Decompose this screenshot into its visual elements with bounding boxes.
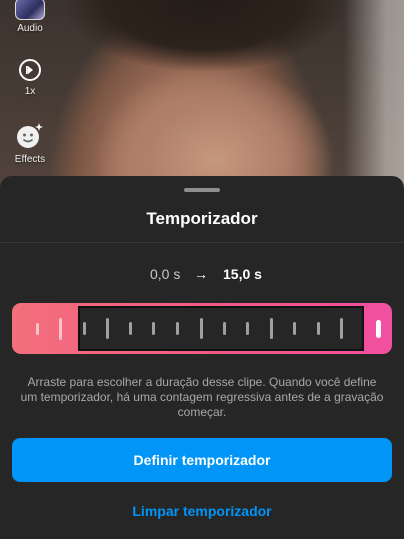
arrow-right-icon: → <box>194 266 208 282</box>
timeline-end-handle[interactable] <box>376 320 381 338</box>
end-time: 15,0 s <box>223 266 262 282</box>
timeline-tick <box>106 318 109 339</box>
speed-tool[interactable]: 1x <box>0 58 60 97</box>
camera-preview-highlight <box>344 0 404 200</box>
timeline-tick <box>152 322 155 335</box>
clear-timer-button[interactable]: Limpar temporizador <box>0 503 404 519</box>
timeline-tick <box>270 318 273 339</box>
timeline-tick <box>340 318 343 339</box>
audio-thumbnail-icon <box>15 0 45 20</box>
effects-tool[interactable]: Effects <box>0 122 60 165</box>
speed-label: 1x <box>24 86 36 97</box>
timer-bottom-sheet: Temporizador 0,0 s → 15,0 s Arraste para… <box>0 176 404 539</box>
timeline-tick <box>317 322 320 335</box>
start-time: 0,0 s <box>150 266 181 282</box>
timer-description: Arraste para escolher a duração desse cl… <box>20 375 384 419</box>
timeline-tick <box>200 318 203 339</box>
audio-tool[interactable]: Audio <box>0 0 60 34</box>
timer-timeline-slider[interactable] <box>12 303 392 354</box>
sheet-title: Temporizador <box>146 209 258 228</box>
time-range: 0,0 s → 15,0 s <box>0 266 404 286</box>
audio-label: Audio <box>17 23 43 34</box>
timeline-tick <box>176 322 179 335</box>
speed-icon <box>19 59 41 81</box>
timeline-tick <box>246 322 249 335</box>
set-timer-button[interactable]: Definir temporizador <box>12 438 392 482</box>
timeline-tick <box>83 322 86 335</box>
effects-icon <box>17 123 43 148</box>
timeline-selected-range[interactable] <box>78 306 364 351</box>
timeline-tick <box>36 323 39 335</box>
sheet-drag-handle[interactable] <box>184 188 220 192</box>
timeline-tick <box>129 322 132 335</box>
sheet-divider <box>0 242 404 243</box>
timeline-tick <box>293 322 296 335</box>
timeline-tick <box>223 322 226 335</box>
effects-label: Effects <box>14 154 46 165</box>
timeline-tick <box>59 318 62 340</box>
